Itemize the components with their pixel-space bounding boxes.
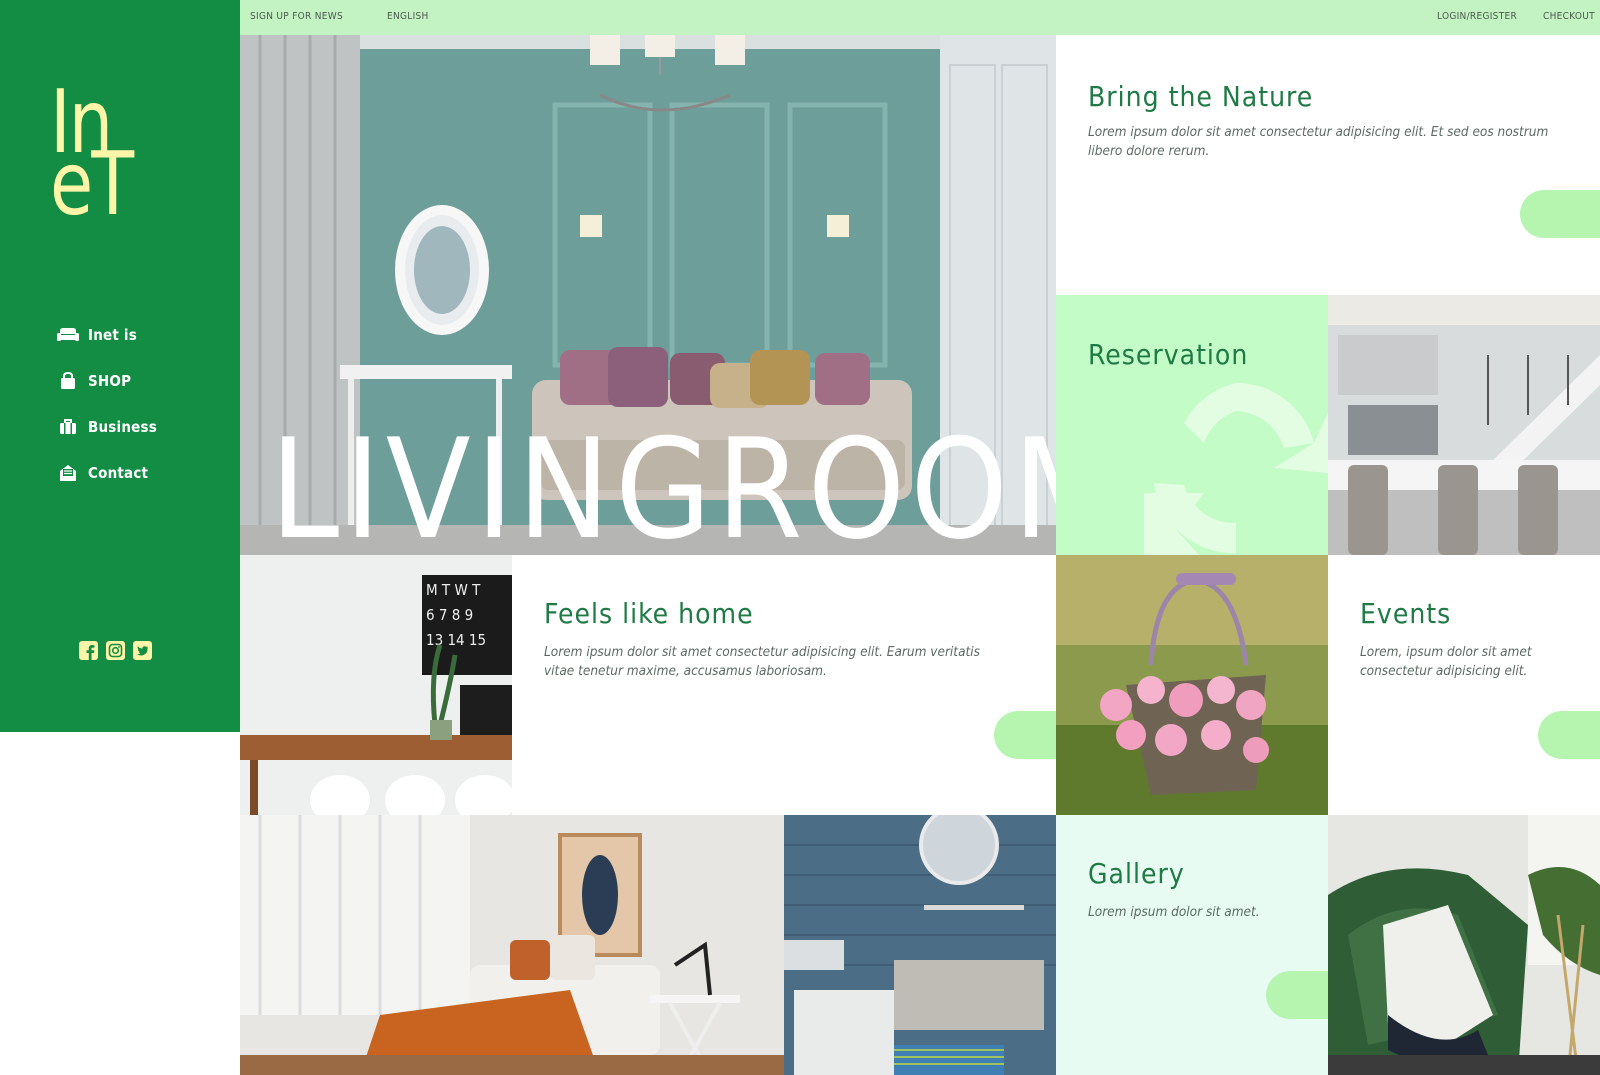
nav-label: Business [88,418,157,436]
main-nav: Inet is SHOP Business Contact [56,312,157,496]
bedroom-photo [240,815,784,1075]
card-arrow-button[interactable] [1266,971,1328,1019]
card-title: Reservation [1088,338,1249,371]
nav-item-contact[interactable]: Contact [56,450,157,496]
sidebar: In eT Inet is SHOP Business Contact [0,0,240,732]
bathroom-photo [784,815,1056,1075]
card-text: Lorem, ipsum dolor sit amet consectetur … [1360,644,1532,679]
sofa-icon [56,325,80,345]
logo-line-2: eT [50,134,134,236]
card-gallery: Gallery Lorem ipsum dolor sit amet. [1056,815,1328,1075]
card-text: Lorem ipsum dolor sit amet consectetur a… [1088,124,1549,159]
card-text: Lorem ipsum dolor sit amet consectetur a… [544,644,980,679]
card-events: Events Lorem, ipsum dolor sit amet conse… [1328,555,1600,815]
card-title: Feels like home [544,597,754,630]
site-logo[interactable]: In eT [50,79,140,236]
top-bar: SIGN UP FOR NEWS ENGLISH LOGIN/REGISTER … [240,0,1600,35]
card-title: Bring the Nature [1088,80,1314,113]
signup-link[interactable]: SIGN UP FOR NEWS [250,11,343,22]
green-armchair-photo [1328,815,1600,1075]
nav-item-inet-is[interactable]: Inet is [56,312,157,358]
briefcase-icon [56,417,80,437]
envelope-icon [56,463,80,483]
svg-text:6 7 8 9: 6 7 8 9 [426,606,473,624]
card-arrow-button[interactable] [1538,711,1600,759]
svg-text:13 14 15: 13 14 15 [426,631,486,649]
login-register-link[interactable]: LOGIN/REGISTER [1437,11,1517,22]
instagram-icon[interactable] [106,641,125,660]
nav-label: SHOP [88,372,132,390]
hero-title: LIVINGROOM [270,409,1126,570]
card-arrow-button[interactable] [1520,190,1600,238]
card-bring-the-nature: Bring the Nature Lorem ipsum dolor sit a… [1056,35,1600,295]
nav-label: Contact [88,464,149,482]
twitter-icon[interactable] [133,641,152,660]
nav-item-business[interactable]: Business [56,404,157,450]
kitchen-photo [1328,295,1600,555]
shopping-bag-icon [56,371,80,391]
card-feels-like-home: Feels like home Lorem ipsum dolor sit am… [512,555,1056,815]
card-title: Events [1360,597,1452,630]
card-reservation[interactable]: Reservation [1056,295,1328,555]
card-arrow-button[interactable] [994,711,1056,759]
nav-item-shop[interactable]: SHOP [56,358,157,404]
language-select[interactable]: ENGLISH [387,11,429,22]
checkout-link[interactable]: CHECKOUT [1543,11,1595,22]
card-text: Lorem ipsum dolor sit amet. [1088,904,1260,920]
social-links [79,641,152,660]
nav-label: Inet is [88,326,137,344]
card-title: Gallery [1088,857,1185,890]
desk-photo: M T W T 6 7 8 9 13 14 15 [240,555,512,815]
refresh-icon [1144,382,1328,555]
roses-basket-photo [1056,555,1328,815]
facebook-icon[interactable] [79,641,98,660]
svg-text:M T W T: M T W T [426,581,481,599]
